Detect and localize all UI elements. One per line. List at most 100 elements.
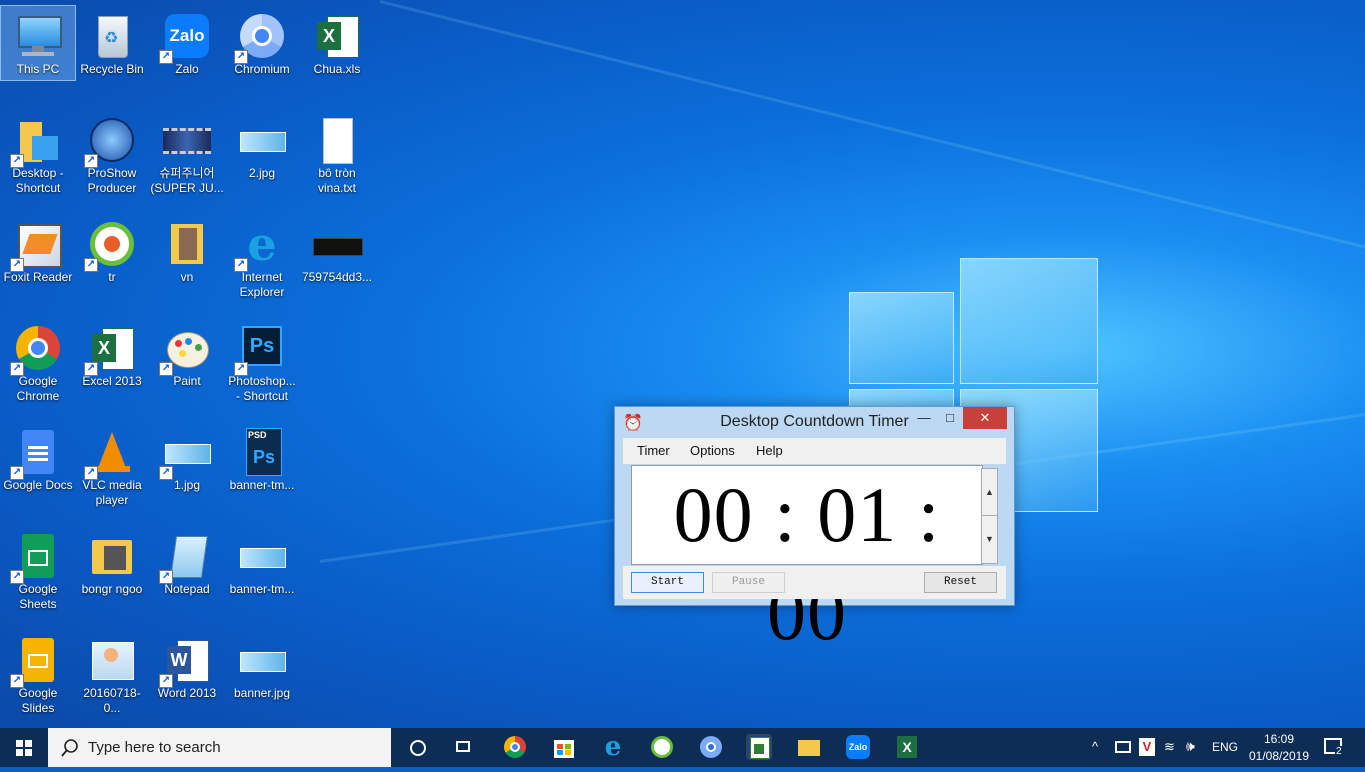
paint-palette-icon: ↗ bbox=[159, 324, 211, 376]
desktop-icon-google-sheets[interactable]: ↗ Google Sheets bbox=[1, 526, 75, 612]
icon-label: 20160718-0... bbox=[83, 686, 141, 715]
clock-date[interactable]: 01/08/2019 bbox=[1245, 749, 1313, 763]
desktop-icon-google-slides[interactable]: ↗ Google Slides bbox=[1, 630, 75, 716]
countdown-digits: 00 : 01 : 00 bbox=[632, 466, 982, 662]
proshow-icon: ↗ bbox=[84, 116, 136, 168]
windows-start-icon bbox=[16, 740, 32, 756]
desktop-icon-chua-xls[interactable]: X Chua.xls bbox=[300, 6, 374, 77]
icon-label: Internet Explorer bbox=[239, 270, 285, 299]
icon-label: Word 2013 bbox=[157, 686, 217, 700]
desktop-icon-paint[interactable]: ↗ Paint bbox=[150, 318, 224, 389]
menu-options[interactable]: Options bbox=[690, 443, 735, 458]
search-box[interactable]: Type here to search bbox=[48, 728, 391, 767]
icon-label: Google Slides bbox=[18, 686, 58, 715]
cortana-icon[interactable] bbox=[404, 734, 430, 760]
volume-icon[interactable]: 🕪 bbox=[1186, 738, 1195, 755]
window-titlebar[interactable]: ⏰ Desktop Countdown Timer — □ ✕ bbox=[615, 407, 1014, 437]
image-thumbnail-icon bbox=[238, 116, 286, 164]
pause-button[interactable]: Pause bbox=[712, 572, 785, 593]
desktop: This PC ↗ Desktop - Shortcut ↗ Foxit Rea… bbox=[0, 0, 1365, 728]
language-indicator[interactable]: ENG bbox=[1212, 740, 1238, 754]
menu-timer[interactable]: Timer bbox=[637, 443, 670, 458]
countdown-timer-taskbar-icon[interactable] bbox=[746, 734, 772, 760]
desktop-icon-image-20160718[interactable]: 20160718-0... bbox=[75, 630, 149, 716]
icon-label: Excel 2013 bbox=[82, 374, 142, 388]
close-button[interactable]: ✕ bbox=[963, 407, 1007, 429]
edge-icon[interactable]: e bbox=[600, 734, 626, 760]
icon-label: tr bbox=[108, 270, 116, 284]
desktop-icon-2-jpg[interactable]: 2.jpg bbox=[225, 110, 299, 181]
desktop-icon-759754dd3[interactable]: 759754dd3... bbox=[300, 214, 374, 285]
coc-coc-taskbar-icon[interactable] bbox=[649, 734, 675, 760]
spin-up-button[interactable]: ▲ bbox=[982, 469, 997, 516]
file-explorer-icon[interactable] bbox=[796, 734, 822, 760]
desktop-icon-banner-tm-psd[interactable]: Ps PSD banner-tm... bbox=[225, 422, 299, 493]
clock-time[interactable]: 16:09 bbox=[1249, 732, 1309, 746]
desktop-icon-photoshop-shortcut[interactable]: Ps ↗ Photoshop... - Shortcut bbox=[225, 318, 299, 404]
menu-help[interactable]: Help bbox=[756, 443, 783, 458]
light-beam bbox=[379, 0, 1365, 270]
battery-icon[interactable] bbox=[1115, 741, 1131, 753]
icon-label: This PC bbox=[16, 62, 60, 76]
start-button[interactable] bbox=[0, 728, 48, 767]
icon-label: bongr ngoo bbox=[81, 582, 143, 596]
desktop-icon-excel-2013[interactable]: X ↗ Excel 2013 bbox=[75, 318, 149, 389]
desktop-icon-foxit-reader[interactable]: ↗ Foxit Reader bbox=[1, 214, 75, 285]
chromium-icon: ↗ bbox=[234, 12, 286, 64]
start-button[interactable]: Start bbox=[631, 572, 704, 593]
search-icon bbox=[61, 739, 78, 757]
folder-icon bbox=[163, 220, 211, 268]
desktop-icon-vn[interactable]: vn bbox=[150, 214, 224, 285]
excel-taskbar-icon[interactable]: X bbox=[893, 734, 919, 760]
store-icon[interactable] bbox=[551, 734, 577, 760]
desktop-icon-zalo[interactable]: Zalo ↗ Zalo bbox=[150, 6, 224, 77]
internet-explorer-icon: e ↗ bbox=[234, 220, 286, 272]
chromium-taskbar-icon[interactable] bbox=[698, 734, 724, 760]
time-display[interactable]: 00 : 01 : 00 bbox=[631, 465, 983, 656]
minimize-button[interactable]: — bbox=[911, 407, 937, 429]
desktop-icon-tr[interactable]: ↗ tr bbox=[75, 214, 149, 285]
desktop-icon-super-junior[interactable]: 슈퍼주니어 (SUPER JU... bbox=[150, 110, 224, 196]
desktop-icon-bo-tron-vina-txt[interactable]: bô tròn vina.txt bbox=[300, 110, 374, 196]
desktop-icon-recycle-bin[interactable]: ♻ Recycle Bin bbox=[75, 6, 149, 77]
desktop-icon-word-2013[interactable]: W ↗ Word 2013 bbox=[150, 630, 224, 701]
show-hidden-icons[interactable]: ^ bbox=[1092, 739, 1098, 754]
desktop-icon-1-jpg[interactable]: ↗ 1.jpg bbox=[150, 422, 224, 493]
spin-down-button[interactable]: ▼ bbox=[982, 516, 997, 562]
desktop-icon-google-chrome[interactable]: ↗ Google Chrome bbox=[1, 318, 75, 404]
wifi-icon[interactable]: ≋ bbox=[1164, 739, 1175, 755]
desktop-icon-desktop-shortcut[interactable]: ↗ Desktop - Shortcut bbox=[1, 110, 75, 196]
chrome-taskbar-icon[interactable] bbox=[502, 734, 528, 760]
video-thumbnail-icon bbox=[163, 116, 211, 164]
desktop-icon-banner-tm-jpg[interactable]: banner-tm... bbox=[225, 526, 299, 597]
google-sheets-icon: ↗ bbox=[10, 532, 62, 584]
maximize-button[interactable]: □ bbox=[937, 407, 963, 429]
notification-count: 2 bbox=[1335, 746, 1343, 757]
google-docs-icon: ↗ bbox=[10, 428, 62, 480]
desktop-icon-internet-explorer[interactable]: e ↗ Internet Explorer bbox=[225, 214, 299, 300]
icon-label: Chromium bbox=[234, 62, 290, 76]
excel-icon: X ↗ bbox=[84, 324, 136, 376]
icon-label: Chua.xls bbox=[313, 62, 361, 76]
desktop-icon-notepad[interactable]: ↗ Notepad bbox=[150, 526, 224, 597]
menu-bar: Timer Options Help bbox=[623, 438, 1006, 464]
desktop-icon-vlc[interactable]: ↗ VLC media player bbox=[75, 422, 149, 508]
zalo-taskbar-icon[interactable]: Zalo bbox=[845, 734, 871, 760]
reset-button[interactable]: Reset bbox=[924, 572, 997, 593]
chrome-icon: ↗ bbox=[10, 324, 62, 376]
icon-label: Recycle Bin bbox=[80, 62, 144, 76]
desktop-icon-bongr-ngoo[interactable]: bongr ngoo bbox=[75, 526, 149, 597]
task-view-icon[interactable] bbox=[452, 734, 478, 760]
desktop-icon-proshow-producer[interactable]: ↗ ProShow Producer bbox=[75, 110, 149, 196]
desktop-icon-banner-jpg[interactable]: banner.jpg bbox=[225, 630, 299, 701]
icon-label: Google Chrome bbox=[16, 374, 60, 403]
image-thumbnail-icon bbox=[313, 220, 363, 268]
recycle-bin-icon: ♻ bbox=[88, 12, 136, 60]
vietkey-icon[interactable]: V bbox=[1139, 738, 1155, 756]
desktop-icon-chromium[interactable]: ↗ Chromium bbox=[225, 6, 299, 77]
desktop-icon-this-pc[interactable]: This PC bbox=[0, 5, 76, 81]
desktop-icon-google-docs[interactable]: ↗ Google Docs bbox=[1, 422, 75, 493]
foxit-reader-icon: ↗ bbox=[10, 220, 62, 272]
countdown-timer-window: ⏰ Desktop Countdown Timer — □ ✕ Timer Op… bbox=[614, 406, 1015, 656]
icon-label: 슈퍼주니어 (SUPER JU... bbox=[150, 166, 224, 195]
